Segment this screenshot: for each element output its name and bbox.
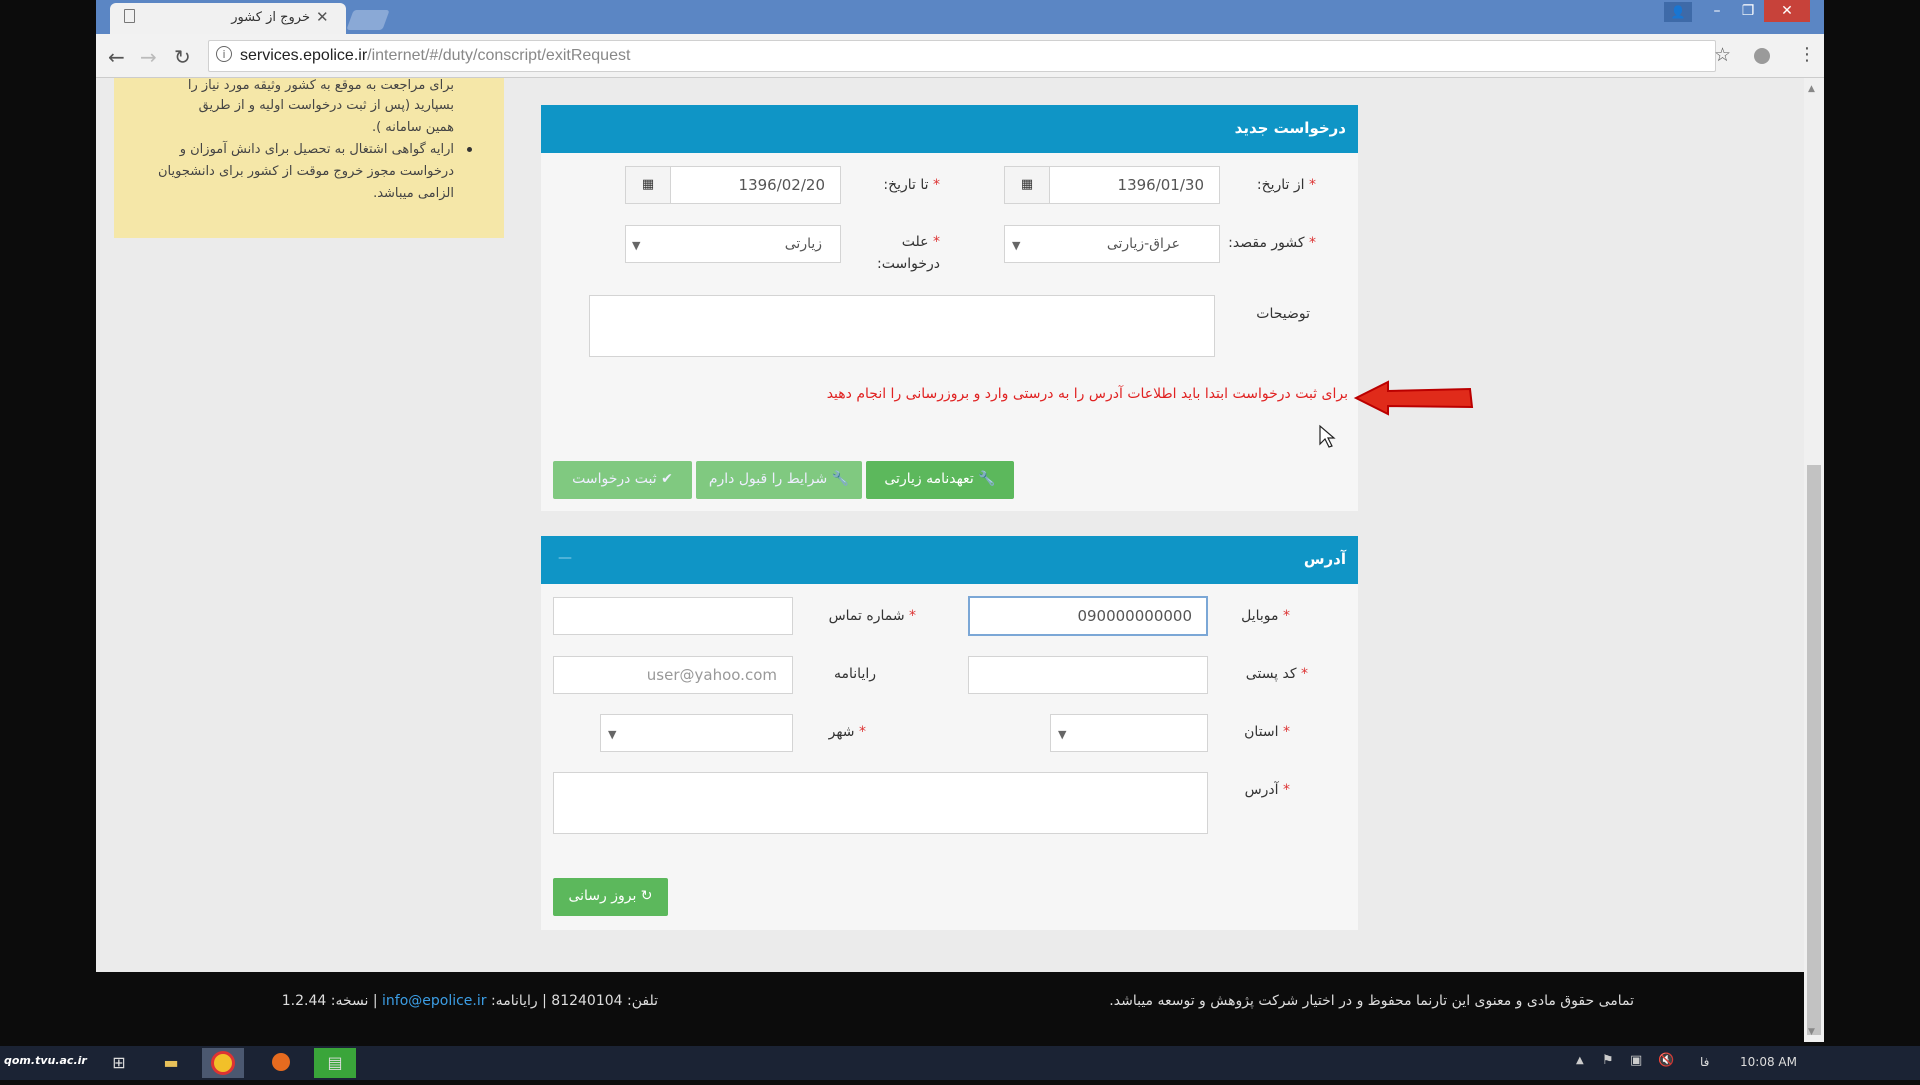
extension-icon[interactable] — [1754, 48, 1770, 64]
reason-value: زیارتی — [784, 236, 822, 252]
phone-label: * شماره تماس — [828, 608, 916, 624]
bullet — [467, 147, 472, 152]
pledge-button[interactable]: 🔧 تعهدنامه زیارتی — [866, 461, 1014, 499]
mouse-cursor-icon — [1319, 424, 1336, 448]
footer-copyright: تمامی حقوق مادی و معنوی این تارنما محفوظ… — [1109, 993, 1634, 1009]
user-profile-icon[interactable]: 👤 — [1664, 2, 1692, 22]
page-icon — [124, 9, 135, 23]
url-host: services.epolice.ir — [240, 47, 368, 64]
city-select[interactable] — [600, 714, 793, 752]
bookmark-star-icon[interactable]: ☆ — [1714, 44, 1731, 66]
arrow-left-icon — [1353, 380, 1474, 416]
email-label: رایانامه — [834, 666, 876, 682]
province-select[interactable] — [1050, 714, 1208, 752]
file-explorer-icon[interactable]: ▬ — [150, 1048, 192, 1078]
new-tab-button[interactable] — [346, 10, 390, 30]
from-date-value: 1396/01/30 — [1117, 176, 1204, 194]
tab-title: خروج از کشور — [231, 10, 310, 25]
notice-box: برای مراجعت به موقع به کشور وثیقه مورد ن… — [114, 78, 504, 238]
province-label: * استان — [1244, 724, 1290, 740]
wrench-icon: 🔧 — [973, 471, 996, 487]
scrollbar-thumb[interactable] — [1807, 465, 1821, 1035]
chevron-down-icon: ▼ — [608, 728, 617, 741]
calendar-icon[interactable]: ▦ — [625, 166, 671, 204]
flag-icon[interactable]: ⚑ — [1602, 1053, 1614, 1068]
chevron-down-icon: ▼ — [1012, 239, 1021, 252]
footer-contact: تلفن: 81240104 | رایانامه: info@epolice.… — [281, 993, 658, 1009]
app-icon[interactable]: ▤ — [314, 1048, 356, 1078]
postal-code-input[interactable] — [968, 656, 1208, 694]
address-label: * آدرس — [1244, 782, 1290, 798]
accept-terms-button[interactable]: 🔧 شرایط را قبول دارم — [696, 461, 862, 499]
scroll-down-icon[interactable]: ▼ — [1808, 1027, 1815, 1037]
phone-input[interactable] — [553, 597, 793, 635]
clock[interactable]: 10:08 AM — [1740, 1055, 1797, 1069]
submit-request-button[interactable]: ✔ ثبت درخواست — [553, 461, 692, 499]
chevron-down-icon: ▼ — [1058, 728, 1067, 741]
network-icon[interactable]: ▣ — [1630, 1053, 1642, 1068]
window-close-icon[interactable]: ✕ — [1764, 0, 1810, 22]
notice-line: ارایه گواهی اشتغال به تحصیل برای دانش آم… — [179, 142, 454, 157]
volume-muted-icon[interactable]: 🔇 — [1658, 1053, 1674, 1068]
to-date-value: 1396/02/20 — [738, 176, 825, 194]
reason-label: * علت — [901, 234, 940, 250]
refresh-icon: ↻ — [636, 888, 653, 904]
description-label: توضیحات — [1256, 306, 1310, 322]
email-placeholder: user@yahoo.com — [646, 666, 777, 684]
watermark: qom.tvu.ac.ir — [4, 1054, 87, 1067]
url-path: /internet/#/duty/conscript/exitRequest — [367, 47, 631, 64]
info-icon[interactable]: i — [216, 46, 232, 62]
restore-icon[interactable]: ❐ — [1733, 0, 1763, 22]
from-date-label: * از تاریخ: — [1256, 177, 1316, 193]
url-text: services.epolice.ir/internet/#/duty/cons… — [240, 47, 630, 65]
address-panel-header: آدرس — [541, 536, 1358, 584]
mobile-label: * موبایل — [1241, 608, 1290, 624]
dest-country-value: عراق-زیارتی — [1106, 236, 1180, 252]
notice-line: درخواست مجوز خروج موقت از کشور برای دانش… — [158, 164, 454, 179]
notice-line: برای مراجعت به موقع به کشور وثیقه مورد ن… — [187, 78, 454, 93]
update-button[interactable]: ↻ بروز رسانی — [553, 878, 668, 916]
firefox-icon[interactable] — [260, 1048, 302, 1078]
dest-country-label: * کشور مقصد: — [1228, 235, 1316, 251]
start-windows-icon[interactable]: ⊞ — [98, 1048, 140, 1078]
footer-email-link[interactable]: info@epolice.ir — [382, 993, 487, 1009]
calendar-icon[interactable]: ▦ — [1004, 166, 1050, 204]
tray-expand-icon[interactable]: ▲ — [1576, 1055, 1584, 1066]
mobile-value: 090000000000 — [1077, 607, 1192, 625]
notice-line: الزامی میباشد. — [373, 186, 454, 201]
chrome-icon[interactable] — [202, 1048, 244, 1078]
tab-close-icon[interactable]: ✕ — [316, 8, 329, 26]
scroll-up-icon[interactable]: ▲ — [1808, 84, 1815, 94]
address-textarea[interactable] — [553, 772, 1208, 834]
chevron-down-icon: ▼ — [632, 239, 641, 252]
reload-icon[interactable]: ↻ — [174, 45, 191, 69]
notice-line: همین سامانه ). — [371, 120, 454, 135]
forward-icon[interactable]: → — [140, 45, 157, 69]
request-panel-title: درخواست جدید — [1234, 119, 1346, 137]
to-date-label: * تا تاریخ: — [883, 177, 940, 193]
reason-label-line2: درخواست: — [877, 256, 940, 272]
request-panel-header: درخواست جدید — [541, 105, 1358, 153]
check-icon: ✔ — [656, 471, 673, 487]
back-icon[interactable]: ← — [108, 45, 125, 69]
notice-line: بسپارید (پس از ثبت درخواست اولیه و از طر… — [198, 98, 454, 113]
postal-code-label: * کد پستی — [1245, 666, 1308, 682]
city-label: * شهر — [828, 724, 866, 740]
description-textarea[interactable] — [589, 295, 1215, 357]
menu-kebab-icon[interactable]: ⋮ — [1798, 44, 1816, 65]
language-indicator[interactable]: فا — [1700, 1055, 1709, 1069]
address-warning: برای ثبت درخواست ابتدا باید اطلاعات آدرس… — [826, 386, 1348, 402]
minimize-icon[interactable]: – — [1702, 0, 1732, 22]
address-panel-title: آدرس — [1303, 550, 1346, 568]
wrench-icon: 🔧 — [827, 471, 850, 487]
collapse-icon[interactable]: — — [558, 550, 572, 566]
